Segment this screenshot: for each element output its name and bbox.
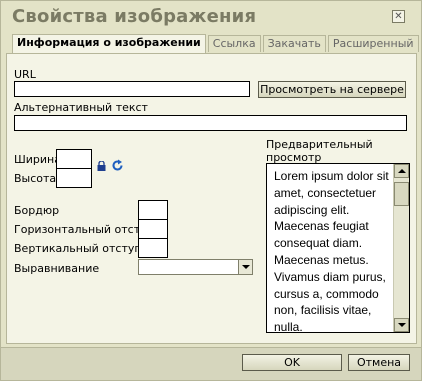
dialog-title: Свойства изображения	[12, 6, 257, 27]
height-input[interactable]	[57, 169, 91, 187]
url-label: URL	[14, 68, 36, 81]
browse-server-button[interactable]: Просмотреть на сервере	[258, 81, 406, 98]
alt-text-input[interactable]	[15, 116, 406, 130]
tab-image-info[interactable]: Информация о изображении	[12, 34, 206, 53]
scroll-thumb[interactable]	[394, 182, 409, 206]
tab-upload[interactable]: Закачать	[262, 35, 326, 52]
hspace-field[interactable]	[138, 219, 168, 239]
vspace-label: Вертикальный отступ	[14, 242, 142, 255]
border-field[interactable]	[138, 200, 168, 220]
preview-text: Lorem ipsum dolor sit amet, consectetuer…	[274, 169, 389, 333]
hspace-label: Горизонтальный отступ	[14, 223, 154, 236]
url-field[interactable]	[14, 81, 250, 97]
reset-size-icon[interactable]	[111, 159, 124, 172]
preview-scrollbar[interactable]	[393, 164, 409, 332]
width-input[interactable]	[57, 150, 91, 168]
height-label: Высота	[14, 172, 57, 185]
align-select[interactable]	[138, 259, 253, 275]
tab-advanced[interactable]: Расширенный	[327, 35, 419, 52]
width-label: Ширина	[14, 153, 61, 166]
vspace-field[interactable]	[138, 238, 168, 258]
scroll-up-icon[interactable]	[394, 164, 409, 178]
chevron-down-icon[interactable]	[238, 260, 252, 274]
alt-text-label: Альтернативный текст	[14, 101, 148, 114]
border-label: Бордюр	[14, 204, 60, 217]
vspace-input[interactable]	[139, 239, 167, 257]
lock-icon[interactable]	[97, 161, 106, 171]
tab-link[interactable]: Ссылка	[207, 35, 261, 52]
preview-label: Предварительный просмотр	[266, 138, 373, 164]
hspace-input[interactable]	[139, 220, 167, 238]
url-input[interactable]	[15, 82, 249, 96]
close-icon[interactable]: ✕	[392, 10, 405, 23]
ok-button[interactable]: OK	[242, 354, 342, 371]
border-input[interactable]	[139, 201, 167, 219]
width-field[interactable]	[56, 149, 92, 169]
preview-box: Lorem ipsum dolor sit amet, consectetuer…	[266, 163, 410, 333]
cancel-button[interactable]: Отмена	[348, 354, 410, 371]
align-label: Выравнивание	[14, 262, 100, 275]
image-properties-dialog: Свойства изображения ✕ Информация о изоб…	[0, 0, 422, 381]
tab-bar: Информация о изображении Ссылка Закачать…	[12, 34, 421, 53]
height-field[interactable]	[56, 168, 92, 188]
alt-text-field[interactable]	[14, 115, 407, 131]
scroll-down-icon[interactable]	[394, 318, 409, 332]
